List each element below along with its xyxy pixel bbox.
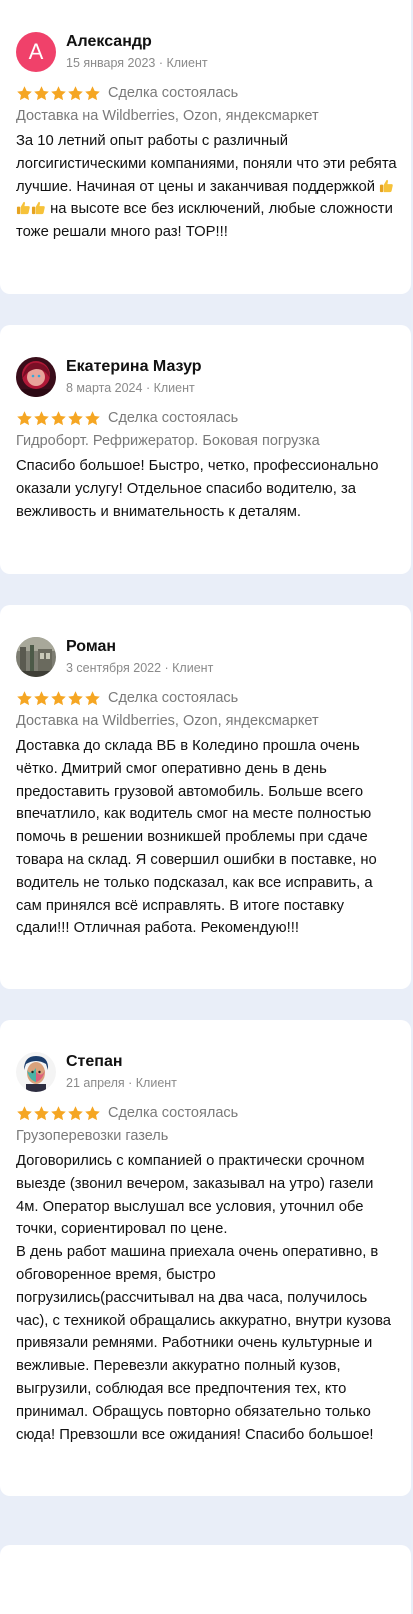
- review-text-part: на высоте все без исключений, любые слож…: [16, 201, 393, 241]
- rating-row: Сделка состоялась: [16, 687, 397, 709]
- review-text-part: За 10 летний опыт работы с различный лог…: [16, 133, 397, 195]
- service-category: Доставка на Wildberries, Ozon, яндексмар…: [16, 713, 319, 729]
- rating-row: Сделка состоялась: [16, 1102, 397, 1124]
- thumbs-up-icon: [31, 200, 46, 215]
- star-icon: [50, 1105, 67, 1122]
- star-icon: [50, 410, 67, 427]
- star-icon: [33, 85, 50, 102]
- star-rating: [16, 1105, 101, 1122]
- review-meta: 21 апреля · Клиент: [66, 1076, 177, 1090]
- star-icon: [50, 85, 67, 102]
- star-icon: [84, 410, 101, 427]
- review-card: Степан 21 апреля · Клиент Сделка состоял…: [0, 1020, 411, 1496]
- thumbs-up-icon: [379, 178, 394, 193]
- avatar: [16, 637, 56, 677]
- reviewer-name: Екатерина Мазур: [66, 358, 202, 375]
- review-header: А Александр 15 января 2023 · Клиент: [16, 32, 397, 76]
- service-category: Грузоперевозки газель: [16, 1128, 169, 1144]
- deal-status: Сделка состоялась: [108, 690, 239, 706]
- deal-status: Сделка состоялась: [108, 1105, 239, 1121]
- star-icon: [84, 1105, 101, 1122]
- deal-status: Сделка состоялась: [108, 85, 239, 101]
- service-category: Гидроборт. Рефрижератор. Боковая погрузк…: [16, 433, 320, 449]
- star-icon: [16, 85, 33, 102]
- star-icon: [33, 410, 50, 427]
- star-icon: [16, 1105, 33, 1122]
- rating-row: Сделка состоялась: [16, 82, 397, 104]
- deal-status: Сделка состоялась: [108, 410, 239, 426]
- star-rating: [16, 410, 101, 427]
- star-icon: [67, 1105, 84, 1122]
- thumbs-up-icon: [16, 200, 31, 215]
- star-icon: [84, 690, 101, 707]
- star-icon: [84, 85, 101, 102]
- review-meta: 8 марта 2024 · Клиент: [66, 381, 195, 395]
- rating-row: Сделка состоялась: [16, 407, 397, 429]
- avatar: [16, 1052, 56, 1092]
- avatar: [16, 357, 56, 397]
- reviewer-name: Александр: [66, 33, 152, 50]
- review-meta: 15 января 2023 · Клиент: [66, 56, 208, 70]
- reviewer-name: Степан: [66, 1053, 123, 1070]
- star-rating: [16, 85, 101, 102]
- star-icon: [67, 85, 84, 102]
- star-icon: [33, 690, 50, 707]
- star-icon: [67, 690, 84, 707]
- review-text: За 10 летний опыт работы с различный лог…: [16, 130, 397, 244]
- review-header: Роман 3 сентября 2022 · Клиент: [16, 637, 397, 681]
- review-text: Договорились с компанией о практически с…: [16, 1153, 392, 1443]
- star-icon: [16, 690, 33, 707]
- review-header: Степан 21 апреля · Клиент: [16, 1052, 397, 1096]
- avatar: А: [16, 32, 56, 72]
- star-icon: [16, 410, 33, 427]
- star-icon: [67, 410, 84, 427]
- review-card: А Александр 15 января 2023 · Клиент Сдел…: [0, 0, 411, 294]
- reviewer-name: Роман: [66, 638, 117, 655]
- review-card: Екатерина Мазур 8 марта 2024 · Клиент Сд…: [0, 325, 411, 574]
- review-header: Екатерина Мазур 8 марта 2024 · Клиент: [16, 357, 397, 401]
- star-icon: [50, 690, 67, 707]
- review-text: Доставка до склада ВБ в Коледино прошла …: [16, 738, 377, 937]
- review-meta: 3 сентября 2022 · Клиент: [66, 661, 214, 675]
- service-category: Доставка на Wildberries, Ozon, яндексмар…: [16, 108, 319, 124]
- star-rating: [16, 690, 101, 707]
- review-card-partial: [0, 1545, 411, 1614]
- review-text: Спасибо большое! Быстро, четко, професси…: [16, 458, 379, 520]
- review-card: Роман 3 сентября 2022 · Клиент Сделка со…: [0, 605, 411, 989]
- star-icon: [33, 1105, 50, 1122]
